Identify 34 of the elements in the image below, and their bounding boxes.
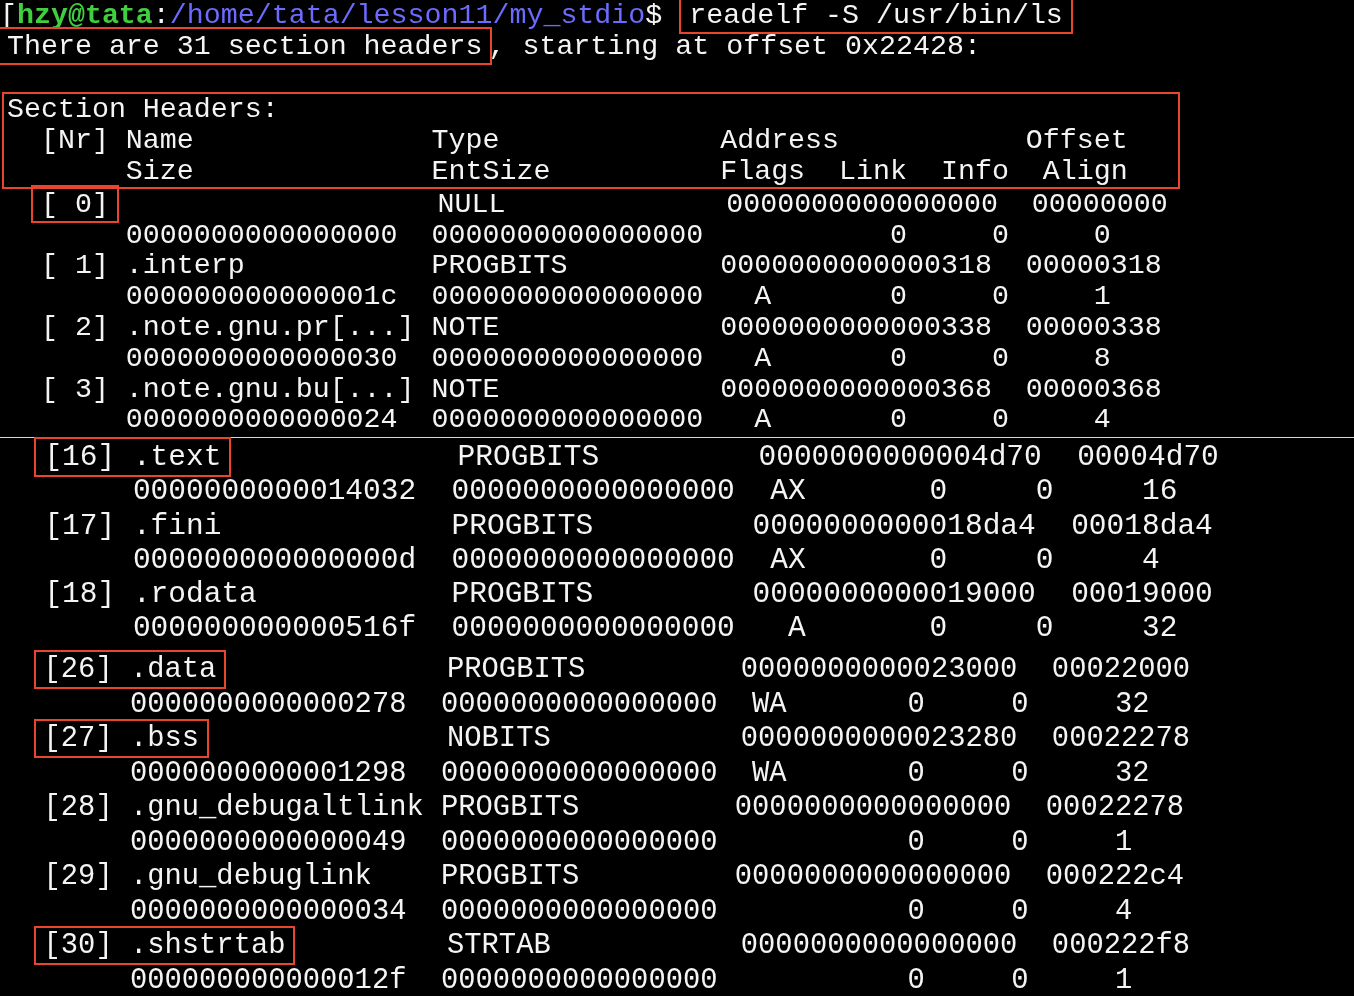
command-text: readelf -S /usr/bin/ls — [679, 0, 1073, 34]
highlighted-text: [27] .bss — [33, 719, 210, 759]
highlighted-text: [ 0] — [30, 184, 119, 223]
header-text: Size EntSize Flags Link Info Align — [125, 155, 1128, 187]
terminal-text: NOBITS 0000000000023280 00022278 — [446, 722, 1191, 756]
prompt-symbol: $ — [645, 0, 663, 31]
terminal-text: [28] .gnu_debugaltlink PROGBITS 0000000000000000 00022278 — [43, 791, 1185, 825]
highlighted-text: [30] .shstrtab — [33, 926, 296, 966]
terminal-text: [17] .fini PROGBITS 0000000000018da4 00018da4 — [44, 508, 1213, 543]
terminal-text: 000000000000516f 0000000000000000 A 0 0 32 — [132, 611, 1178, 646]
terminal-text: [ 1] .interp PROGBITS 0000000000000318 00000318 — [40, 249, 1162, 282]
highlighted-text: [26] .data — [33, 650, 227, 690]
terminal-text: NULL 0000000000000000 00000000 — [436, 187, 1168, 220]
highlighted-text: There are 31 section headers — [0, 26, 493, 65]
terminal-text: [ 2] .note.gnu.pr[...] NOTE 0000000000000338 00000338 — [40, 310, 1162, 343]
terminal-text: 0000000000000000 0000000000000000 0 0 0 — [125, 218, 1111, 251]
terminal-text: [29] .gnu_debuglink PROGBITS 0000000000000000 000222c4 — [43, 860, 1185, 894]
terminal-text: PROGBITS 0000000000004d70 00004d70 — [456, 440, 1219, 475]
terminal-text: [18] .rodata PROGBITS 0000000000019000 00019000 — [44, 576, 1213, 611]
terminal-text: [ 3] .note.gnu.bu[...] NOTE 0000000000000368 00000368 — [40, 372, 1162, 405]
terminal-text: 000000000000012f 0000000000000000 0 0 1 — [129, 963, 1133, 996]
terminal-text: 0000000000000034 0000000000000000 0 0 4 — [129, 894, 1133, 928]
terminal-text: 0000000000000030 0000000000000000 A 0 0 8 — [125, 341, 1111, 374]
terminal-text: 0000000000001298 0000000000000000 WA 0 0 32 — [129, 756, 1150, 790]
terminal-text: STRTAB 0000000000000000 000222f8 — [446, 929, 1191, 963]
header-text: [Nr] Name Type Address Offset — [40, 124, 1128, 157]
terminal-text: PROGBITS 0000000000023000 00022000 — [446, 653, 1191, 687]
terminal-text: 0000000000000278 0000000000000000 WA 0 0 32 — [129, 687, 1150, 721]
header-text: Section Headers: — [7, 93, 279, 126]
terminal-text: 000000000000000d 0000000000000000 AX 0 0 4 — [132, 542, 1160, 577]
highlighted-text: [16] .text — [34, 437, 232, 478]
terminal-text: 0000000000000024 0000000000000000 A 0 0 4 — [125, 403, 1111, 436]
terminal-text: 000000000000001c 0000000000000000 A 0 0 1 — [125, 280, 1111, 313]
terminal-text: 0000000000000049 0000000000000000 0 0 1 — [129, 825, 1133, 859]
